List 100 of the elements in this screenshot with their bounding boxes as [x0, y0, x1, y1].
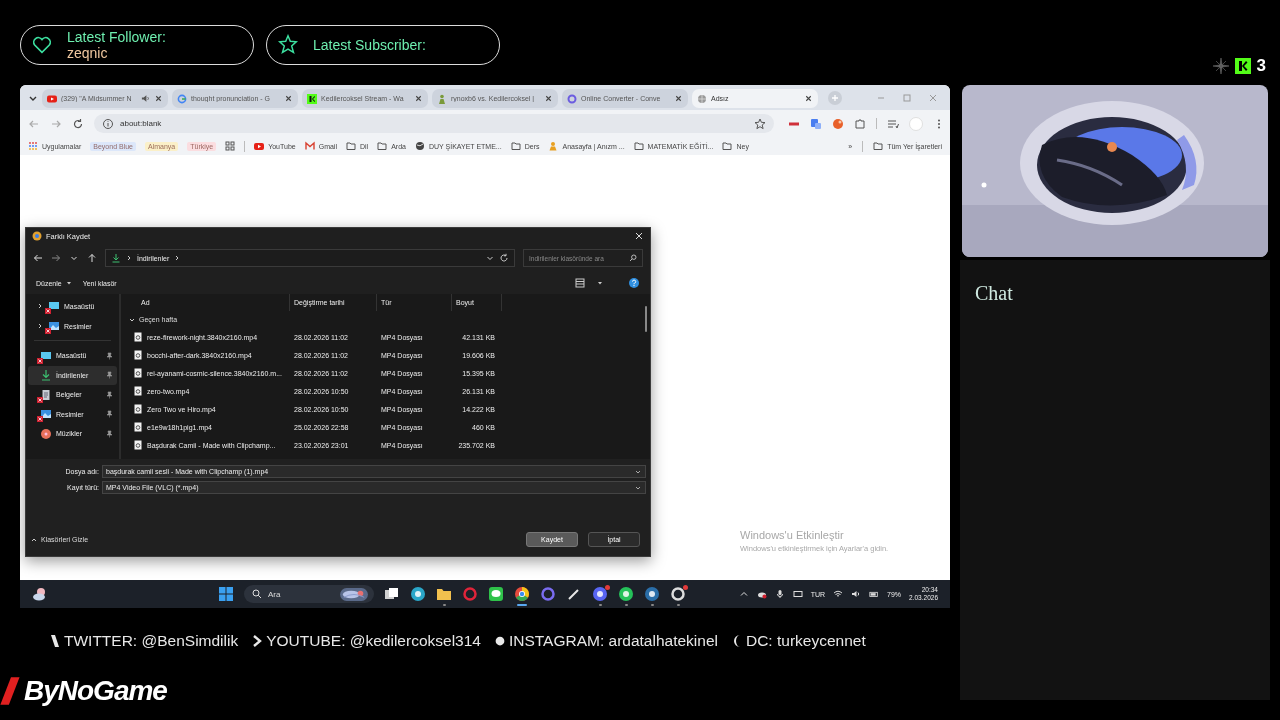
weather-icon[interactable]	[32, 586, 48, 602]
circle-icon[interactable]	[618, 586, 634, 602]
speaker-icon[interactable]	[851, 589, 862, 599]
help-icon[interactable]	[628, 277, 640, 289]
ring-icon	[567, 93, 577, 104]
circle-icon[interactable]	[410, 586, 426, 602]
extension-icon[interactable]	[810, 117, 822, 130]
search-icon	[629, 254, 637, 262]
file-icon	[133, 404, 143, 414]
social-handle: YOUTUBE: @kedilercoksel314	[266, 632, 481, 650]
star-icon	[277, 34, 299, 56]
caret-icon[interactable]	[596, 279, 604, 287]
star-icon[interactable]	[754, 117, 766, 130]
file-icon	[133, 440, 143, 450]
square-icon	[307, 93, 317, 104]
grid-icon[interactable]	[225, 141, 236, 151]
chevron-right-icon	[252, 633, 263, 649]
search-icon	[252, 589, 262, 599]
pin-icon[interactable]	[105, 351, 113, 360]
circle-icon[interactable]	[514, 586, 530, 602]
info-icon	[102, 117, 114, 130]
circle-icon[interactable]	[644, 586, 660, 602]
chevron-icon[interactable]	[36, 302, 44, 310]
square-icon[interactable]	[488, 586, 504, 602]
file-icon	[133, 422, 143, 432]
folder-icon[interactable]	[436, 586, 452, 602]
folder-icon	[873, 141, 884, 151]
close-icon[interactable]	[674, 94, 683, 103]
chevron-right-icon	[125, 254, 133, 262]
forward-icon[interactable]	[51, 253, 61, 263]
folder-icon	[377, 141, 388, 151]
alert-value: zeqnic	[67, 45, 109, 61]
alert-label: Latest Follower:	[67, 29, 166, 45]
chat-title: Chat	[975, 282, 1013, 304]
microphone-icon[interactable]	[774, 589, 785, 599]
chevron-up-icon[interactable]	[738, 589, 749, 599]
slash-icon	[50, 633, 60, 649]
heart-icon	[31, 34, 53, 56]
mail-icon	[304, 141, 315, 151]
puzzle-icon[interactable]	[854, 117, 866, 130]
back-icon[interactable]	[33, 253, 43, 263]
folder-icon	[510, 141, 521, 151]
slash-icon	[0, 675, 22, 707]
pin-icon[interactable]	[105, 371, 113, 380]
play-icon	[254, 141, 265, 151]
chevron-icon[interactable]	[36, 322, 44, 330]
download-icon	[40, 369, 52, 382]
folder-icon	[346, 141, 356, 151]
close-icon[interactable]	[804, 94, 813, 103]
ring-icon	[177, 93, 187, 104]
globe-icon	[697, 93, 707, 104]
pin-icon[interactable]	[105, 410, 113, 419]
battery-icon[interactable]	[869, 589, 880, 599]
square-icon	[1234, 58, 1251, 74]
grid-icon	[28, 141, 38, 151]
social-handle: INSTAGRAM: ardatalhatekinel	[508, 632, 718, 650]
stack-icon[interactable]	[384, 586, 400, 602]
sparkle-icon	[1212, 58, 1229, 74]
close-icon[interactable]	[154, 94, 163, 103]
close-icon[interactable]	[544, 94, 553, 103]
file-icon	[133, 332, 143, 342]
pen-icon[interactable]	[566, 586, 582, 602]
document-icon	[40, 388, 52, 401]
list-icon[interactable]	[887, 117, 899, 130]
file-icon	[133, 350, 143, 360]
address-bar[interactable]: about:blank	[94, 114, 774, 133]
file-icon	[133, 386, 143, 396]
circle-icon	[32, 231, 42, 241]
alert-label: Latest Subscriber:	[313, 37, 426, 53]
keyboard-icon[interactable]	[792, 589, 803, 599]
up-icon[interactable]	[87, 253, 97, 263]
viewer-count: 3	[1256, 56, 1266, 76]
person-icon	[437, 93, 447, 104]
music-icon	[40, 427, 52, 440]
logo-text: ByNoGame	[24, 675, 167, 707]
wifi-icon[interactable]	[833, 589, 844, 599]
monitor-icon	[48, 300, 60, 312]
image-icon	[40, 408, 52, 421]
download-icon	[111, 253, 121, 263]
circle-icon[interactable]	[592, 586, 608, 602]
list-view-icon[interactable]	[574, 277, 586, 289]
file-icon	[133, 368, 143, 378]
monitor-icon	[40, 349, 52, 362]
close-icon[interactable]	[284, 94, 293, 103]
refresh-icon[interactable]	[499, 253, 509, 263]
grid-icon[interactable]	[218, 586, 234, 602]
scrollbar-thumb[interactable]	[645, 306, 647, 332]
pin-icon[interactable]	[105, 429, 113, 438]
person-icon	[548, 141, 559, 151]
reload-icon[interactable]	[72, 117, 84, 130]
globe-icon	[414, 141, 425, 151]
social-handle: DC: turkeycennet	[746, 632, 866, 650]
folder-icon	[722, 141, 733, 151]
play-icon	[47, 93, 57, 104]
image-icon	[48, 320, 60, 332]
extension-icon[interactable]	[832, 117, 844, 130]
folder-icon	[633, 141, 644, 151]
pin-icon[interactable]	[105, 390, 113, 399]
search-field[interactable]: Ara	[244, 585, 374, 603]
close-icon[interactable]	[414, 94, 423, 103]
